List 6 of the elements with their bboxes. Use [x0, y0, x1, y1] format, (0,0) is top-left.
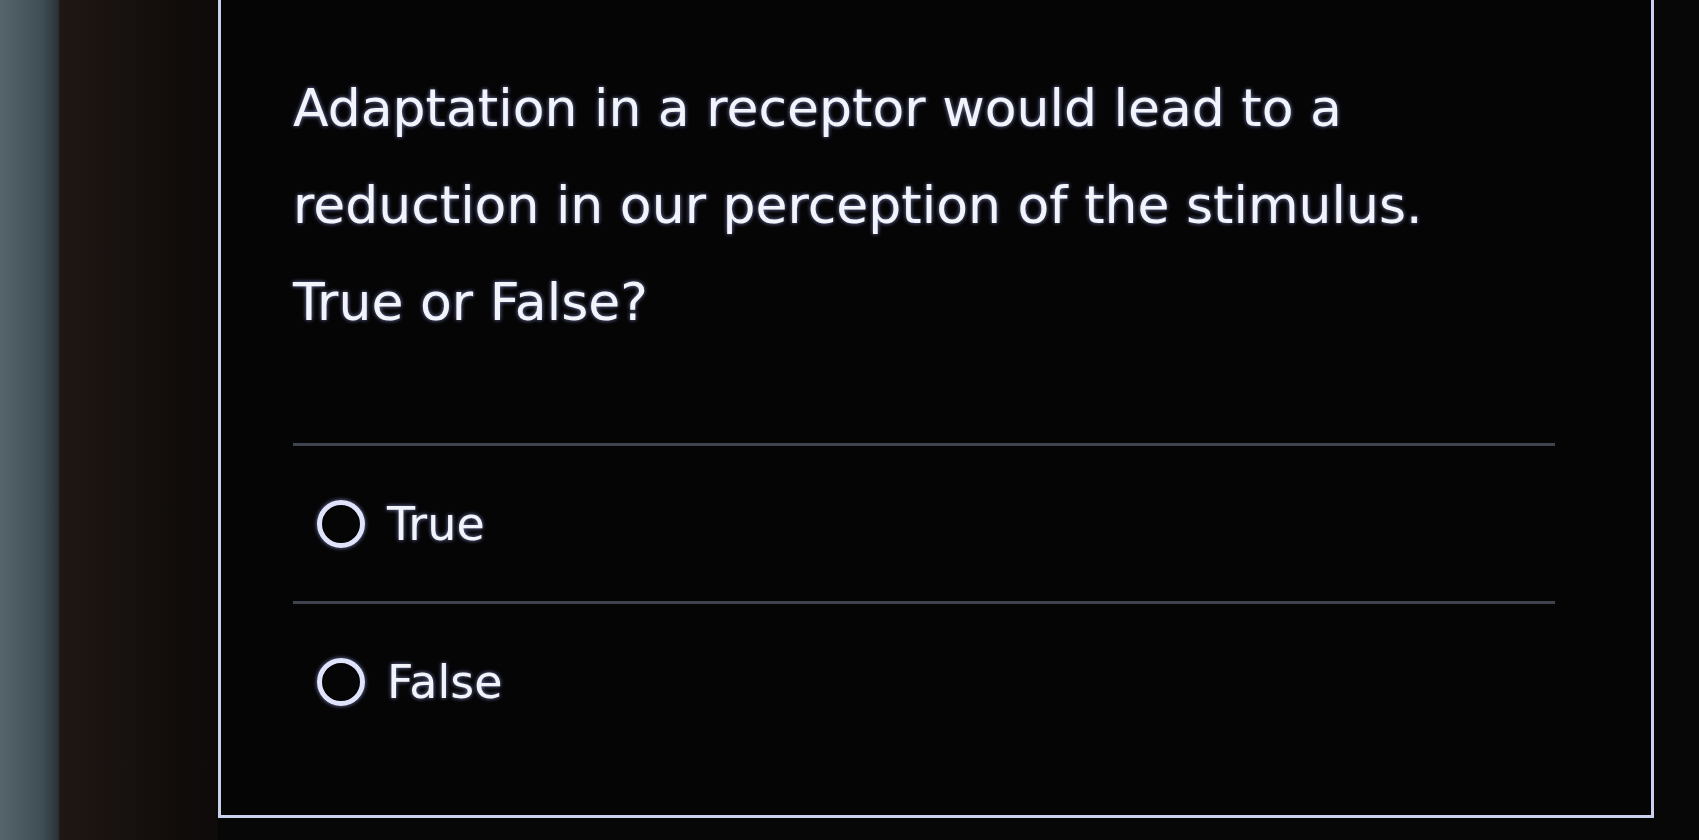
question-prompt: True or False?	[293, 271, 649, 334]
radio-button[interactable]	[317, 657, 365, 706]
question-text: Adaptation in a receptor would lead to a reduction in our perception of the stimulus.	[293, 77, 1424, 237]
option-label[interactable]: True	[387, 496, 485, 551]
radio-button[interactable]	[317, 499, 365, 548]
option-label[interactable]: False	[387, 654, 503, 709]
